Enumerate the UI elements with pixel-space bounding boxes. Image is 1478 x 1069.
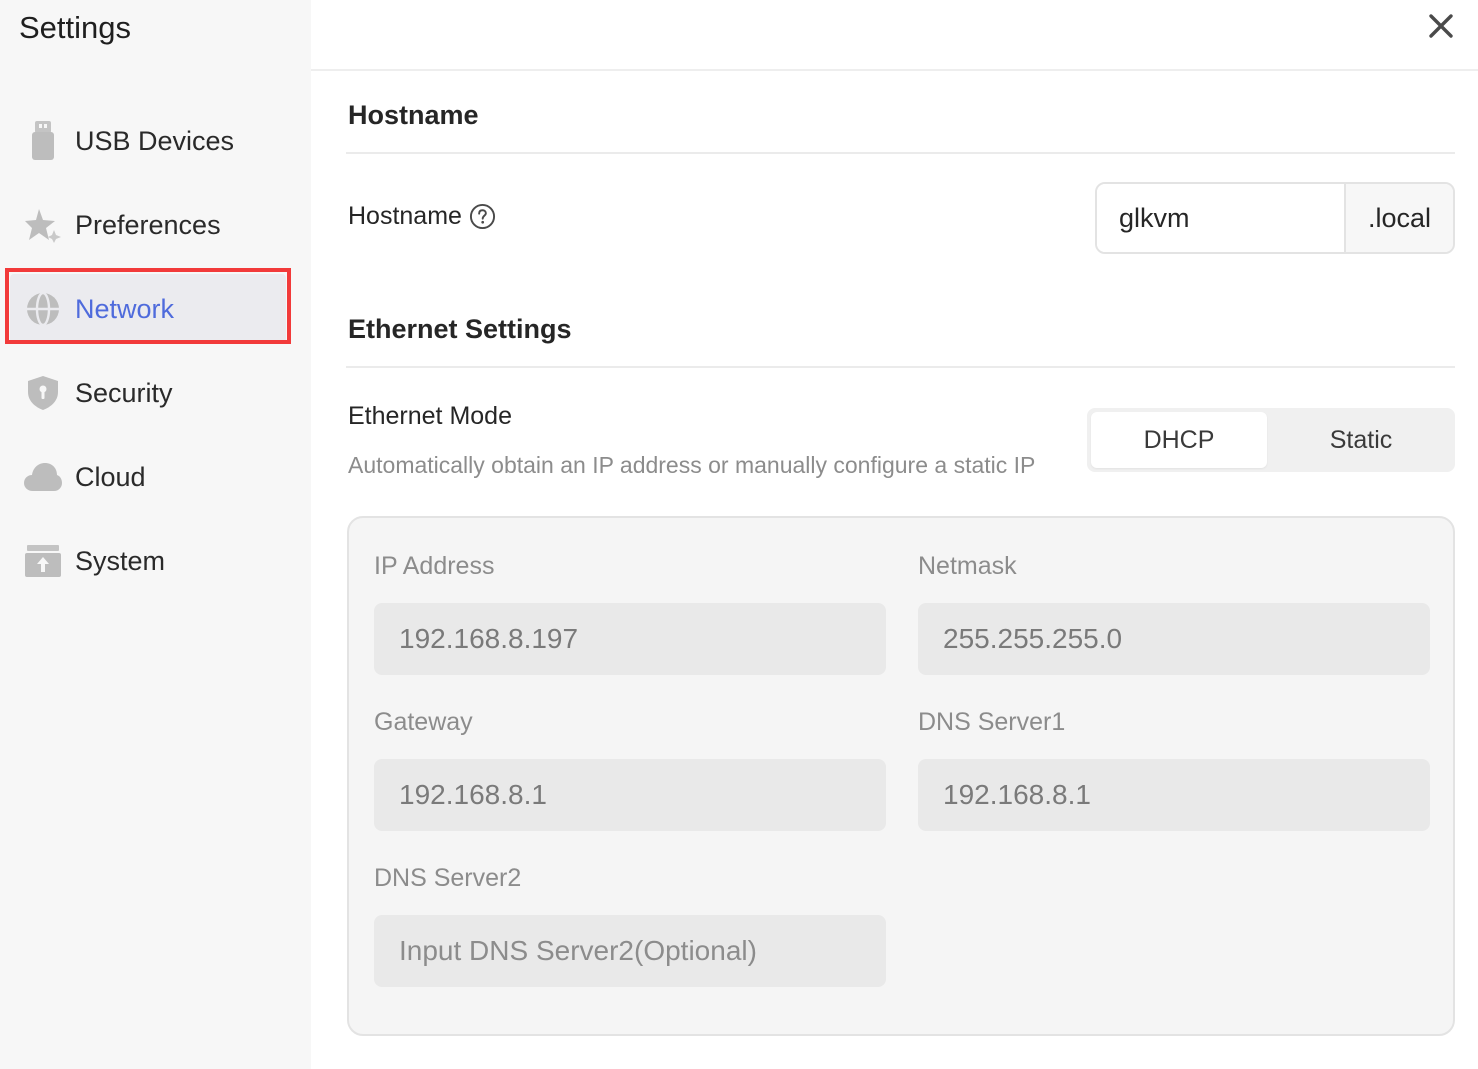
settings-header	[311, 0, 1478, 71]
sidebar-item-label: Preferences	[75, 209, 221, 240]
hostname-label-text: Hostname	[348, 202, 462, 230]
sidebar-item-system[interactable]: System	[10, 526, 286, 596]
sidebar-item-label: Cloud	[75, 461, 146, 492]
app-title: Settings	[19, 10, 132, 45]
cloud-icon	[24, 458, 62, 496]
ethernet-section-title: Ethernet Settings	[348, 314, 572, 344]
ip-address-input[interactable]	[374, 603, 886, 675]
shield-icon	[24, 374, 62, 412]
ip-address-label: IP Address	[374, 552, 495, 580]
sidebar-item-label: USB Devices	[75, 125, 235, 156]
ethernet-mode-description: Automatically obtain an IP address or ma…	[348, 452, 1036, 478]
section-divider	[346, 152, 1455, 154]
sidebar-item-cloud[interactable]: Cloud	[10, 442, 286, 512]
sidebar-item-label: Security	[75, 377, 173, 408]
hostname-input-group: .local	[1095, 182, 1455, 254]
netmask-label: Netmask	[918, 552, 1017, 580]
hostname-section-title: Hostname	[348, 100, 479, 130]
close-icon	[1429, 14, 1453, 38]
mode-option-static[interactable]: Static	[1271, 412, 1451, 468]
mode-option-dhcp[interactable]: DHCP	[1091, 412, 1267, 468]
dns-server1-label: DNS Server1	[918, 708, 1066, 736]
help-icon[interactable]	[469, 203, 496, 230]
dns-server1-input[interactable]	[918, 759, 1430, 831]
sidebar-item-label: Network	[75, 293, 175, 324]
usb-drive-icon	[24, 121, 62, 160]
ethernet-mode-toggle: DHCP Static	[1087, 408, 1455, 472]
close-button[interactable]	[1426, 11, 1456, 41]
sidebar: Settings USB Devices Preferences Network…	[0, 0, 311, 1069]
ethernet-mode-label: Ethernet Mode	[348, 402, 512, 430]
system-box-icon	[24, 542, 62, 580]
sidebar-item-network[interactable]: Network	[10, 274, 286, 344]
gateway-label: Gateway	[374, 708, 473, 736]
sidebar-item-preferences[interactable]: Preferences	[10, 190, 286, 260]
hostname-field-label: Hostname	[348, 202, 496, 231]
dns-server2-label: DNS Server2	[374, 864, 522, 892]
hostname-suffix: .local	[1346, 184, 1453, 252]
dns-server2-input[interactable]	[374, 915, 886, 987]
ip-settings-panel: IP Address Netmask Gateway DNS Server1 D…	[347, 516, 1455, 1036]
sidebar-item-security[interactable]: Security	[10, 358, 286, 428]
sparkle-icon	[24, 206, 62, 244]
hostname-input[interactable]	[1097, 184, 1346, 252]
sidebar-item-label: System	[75, 545, 166, 576]
sidebar-item-usb-devices[interactable]: USB Devices	[10, 106, 286, 176]
section-divider	[346, 366, 1455, 368]
gateway-input[interactable]	[374, 759, 886, 831]
globe-icon	[24, 290, 62, 328]
netmask-input[interactable]	[918, 603, 1430, 675]
